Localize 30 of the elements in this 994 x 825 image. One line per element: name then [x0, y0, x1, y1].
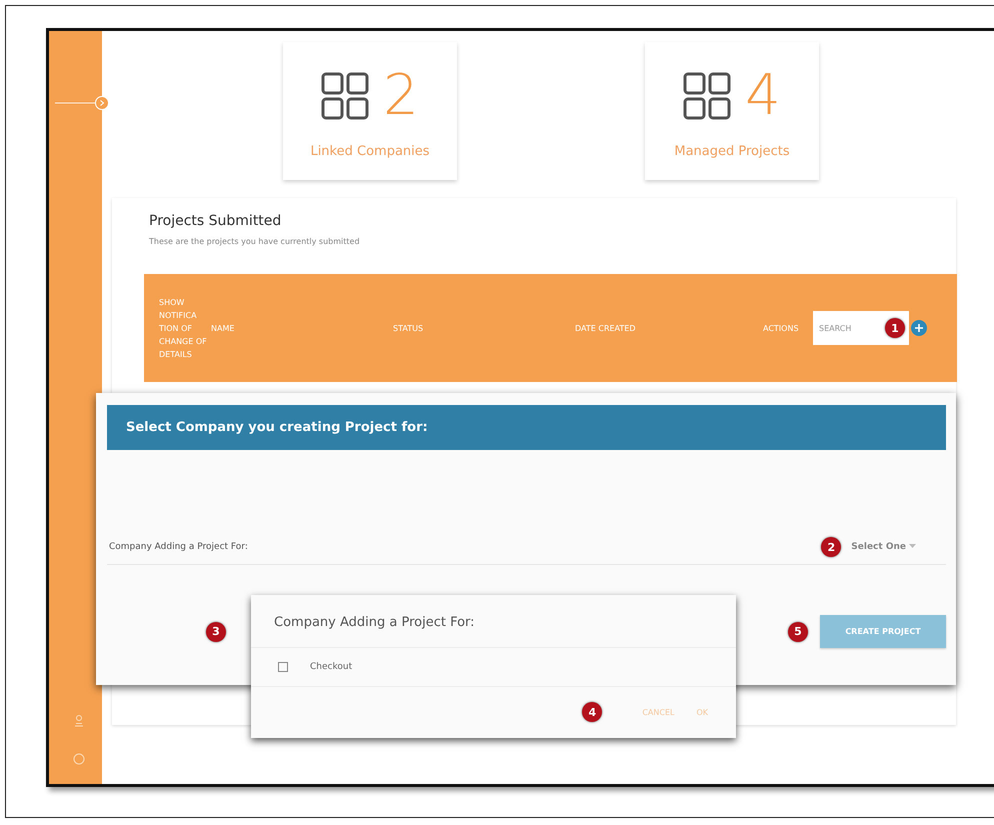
- grid-icon: [321, 72, 370, 120]
- stat-label: Managed Projects: [674, 144, 790, 159]
- column-header: SHOW NOTIFICA TION OF CHANGE OF DETAILS: [159, 296, 208, 360]
- user-icon[interactable]: [74, 715, 84, 727]
- callout-number: 4: [582, 702, 602, 722]
- stat-label: Linked Companies: [310, 144, 430, 159]
- dialog-button[interactable]: CANCEL: [642, 708, 674, 716]
- grid-icon: [683, 72, 732, 120]
- section-title: Projects Submitted: [149, 213, 282, 229]
- column-header: DATE CREATED: [575, 324, 637, 332]
- column-header: STATUS: [393, 324, 424, 332]
- select-dropdown[interactable]: Select One: [851, 542, 916, 552]
- column-header: ACTIONS: [763, 324, 800, 332]
- section-subtitle: These are the projects you have currently submitted: [149, 237, 361, 246]
- caret-icon: [909, 544, 916, 549]
- stat-value: 2: [383, 68, 419, 124]
- option-label: Checkout: [310, 662, 352, 672]
- column-header: NAME: [211, 324, 236, 332]
- field-label: Company Adding a Project For:: [109, 542, 248, 552]
- stat-value: 4: [745, 68, 781, 124]
- create-project-button[interactable]: CREATE PROJECT: [820, 615, 946, 648]
- circle-icon[interactable]: [73, 753, 85, 765]
- callout-number: 5: [788, 622, 808, 642]
- checkbox[interactable]: [278, 662, 288, 672]
- dialog-title: Select Company you creating Project for:: [107, 405, 946, 450]
- dialog-title: Company Adding a Project For:: [251, 595, 736, 648]
- callout-number: 2: [821, 537, 842, 557]
- add-icon[interactable]: [911, 320, 927, 336]
- callout-number: 3: [206, 622, 226, 642]
- dialog-button[interactable]: OK: [696, 708, 708, 716]
